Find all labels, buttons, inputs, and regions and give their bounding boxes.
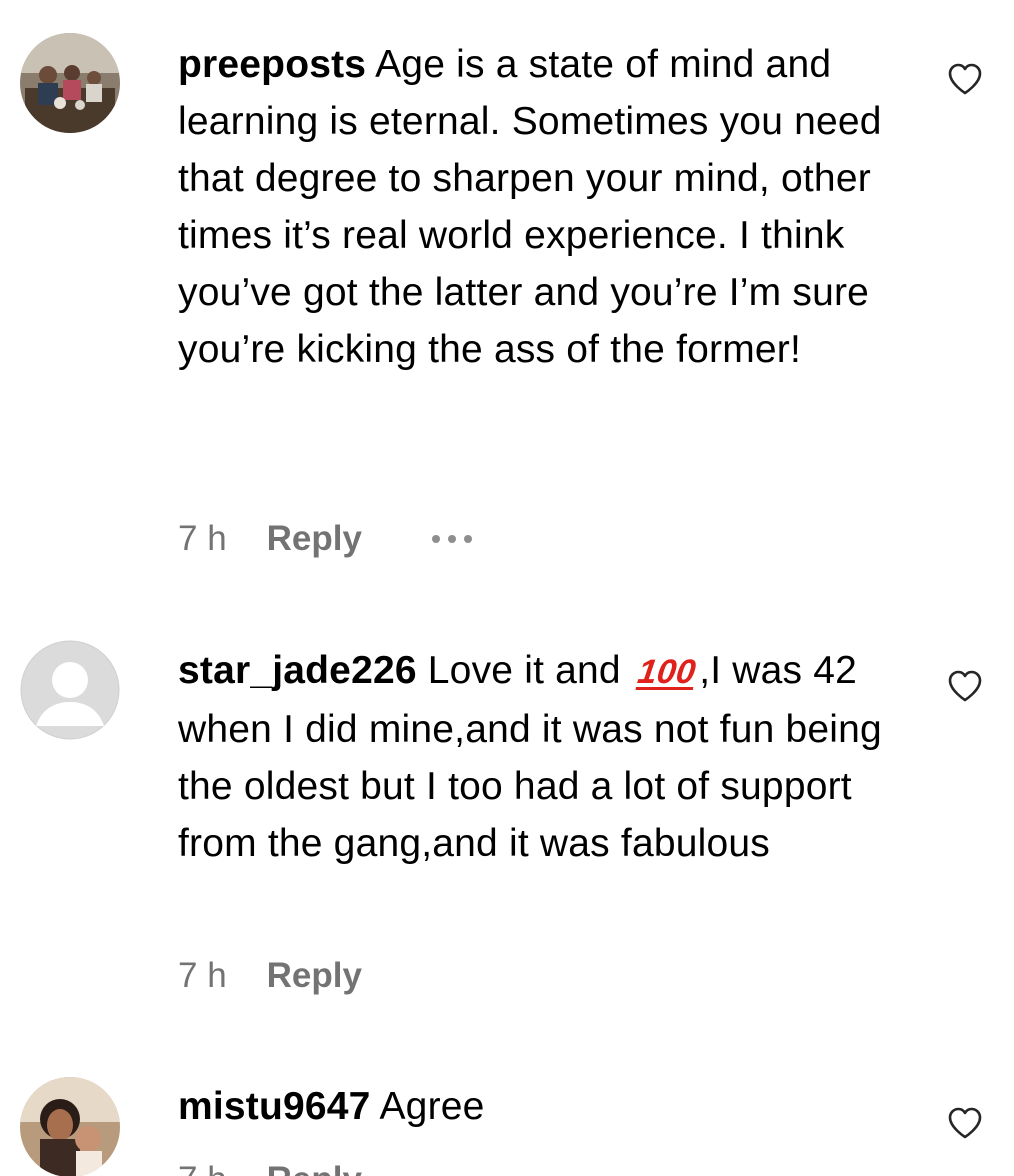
heart-outline-icon[interactable] [947, 62, 983, 96]
avatar[interactable] [20, 640, 120, 740]
heart-outline-icon[interactable] [947, 1106, 983, 1140]
comment-text: Agree [379, 1085, 485, 1128]
comment-timestamp: 7 h [178, 956, 227, 995]
reply-button[interactable]: Reply [267, 519, 362, 559]
comment-username[interactable]: preeposts [178, 43, 366, 86]
comment-meta: 7 h Reply [178, 1160, 362, 1176]
comment-username[interactable]: star_jade226 [178, 649, 417, 692]
reply-button[interactable]: Reply [267, 956, 362, 996]
comment-text: Love it and [427, 649, 621, 692]
reply-button[interactable]: Reply [267, 1160, 362, 1176]
comment-timestamp: 7 h [178, 519, 227, 558]
ellipsis-icon[interactable] [431, 535, 472, 543]
comment-username[interactable]: mistu9647 [178, 1085, 371, 1128]
hundred-points-icon: 100 [635, 653, 698, 691]
heart-outline-icon[interactable] [947, 669, 983, 703]
comment-body: preeposts Age is a state of mind and lea… [178, 36, 903, 378]
comment-body: star_jade226 Love it and 100,I was 42 wh… [178, 642, 903, 872]
comment-timestamp: 7 h [178, 1160, 227, 1176]
avatar[interactable] [20, 33, 120, 133]
comment-text: Age is a state of mind and learning is e… [178, 43, 882, 371]
comments-list: preeposts Age is a state of mind and lea… [0, 0, 1014, 1176]
comment-meta: 7 h Reply [178, 519, 472, 559]
comment-body: mistu9647 Agree [178, 1078, 903, 1135]
comment-meta: 7 h Reply [178, 956, 362, 996]
avatar[interactable] [20, 1077, 120, 1176]
